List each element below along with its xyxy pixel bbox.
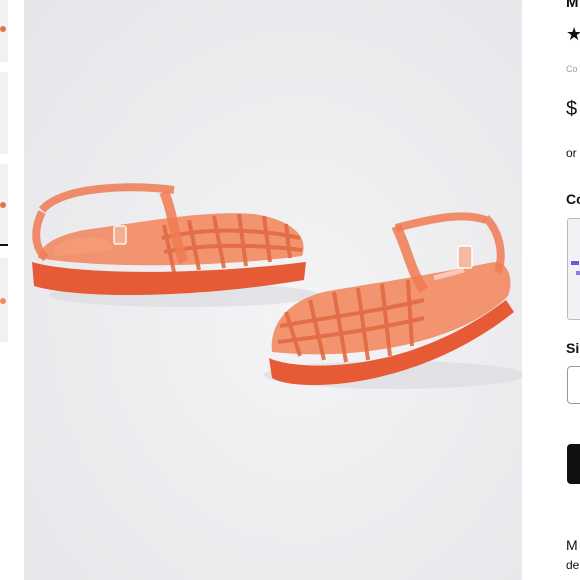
size-label: Si [566,340,580,356]
thumbnail-sandal-image [0,298,6,304]
thumbnail-3-selected[interactable] [0,164,8,246]
description-text: M [566,537,578,553]
thumbnail-2[interactable] [0,72,8,154]
color-swatch[interactable] [567,218,580,320]
size-select[interactable] [567,366,580,404]
description-text-line2: de [566,558,580,572]
thumbnail-4[interactable] [0,258,8,342]
main-product-image[interactable] [24,0,522,580]
product-info-panel: M ★ Co $ or Co Si M de [566,0,580,580]
product-price: $ [566,98,578,120]
left-sandal [32,183,319,307]
thumbnail-1[interactable] [0,0,8,62]
thumbnail-sandal-image [0,26,6,32]
thumbnail-sandal-image [0,202,6,208]
sandals-photo [32,183,522,389]
color-label: Co [566,191,580,207]
product-title: M [566,0,579,11]
thumbnail-strip [0,0,8,580]
product-code: Co [566,64,578,74]
star-icon[interactable]: ★ [566,24,580,45]
installments-text: or [566,146,577,160]
add-to-cart-button[interactable] [567,444,580,484]
